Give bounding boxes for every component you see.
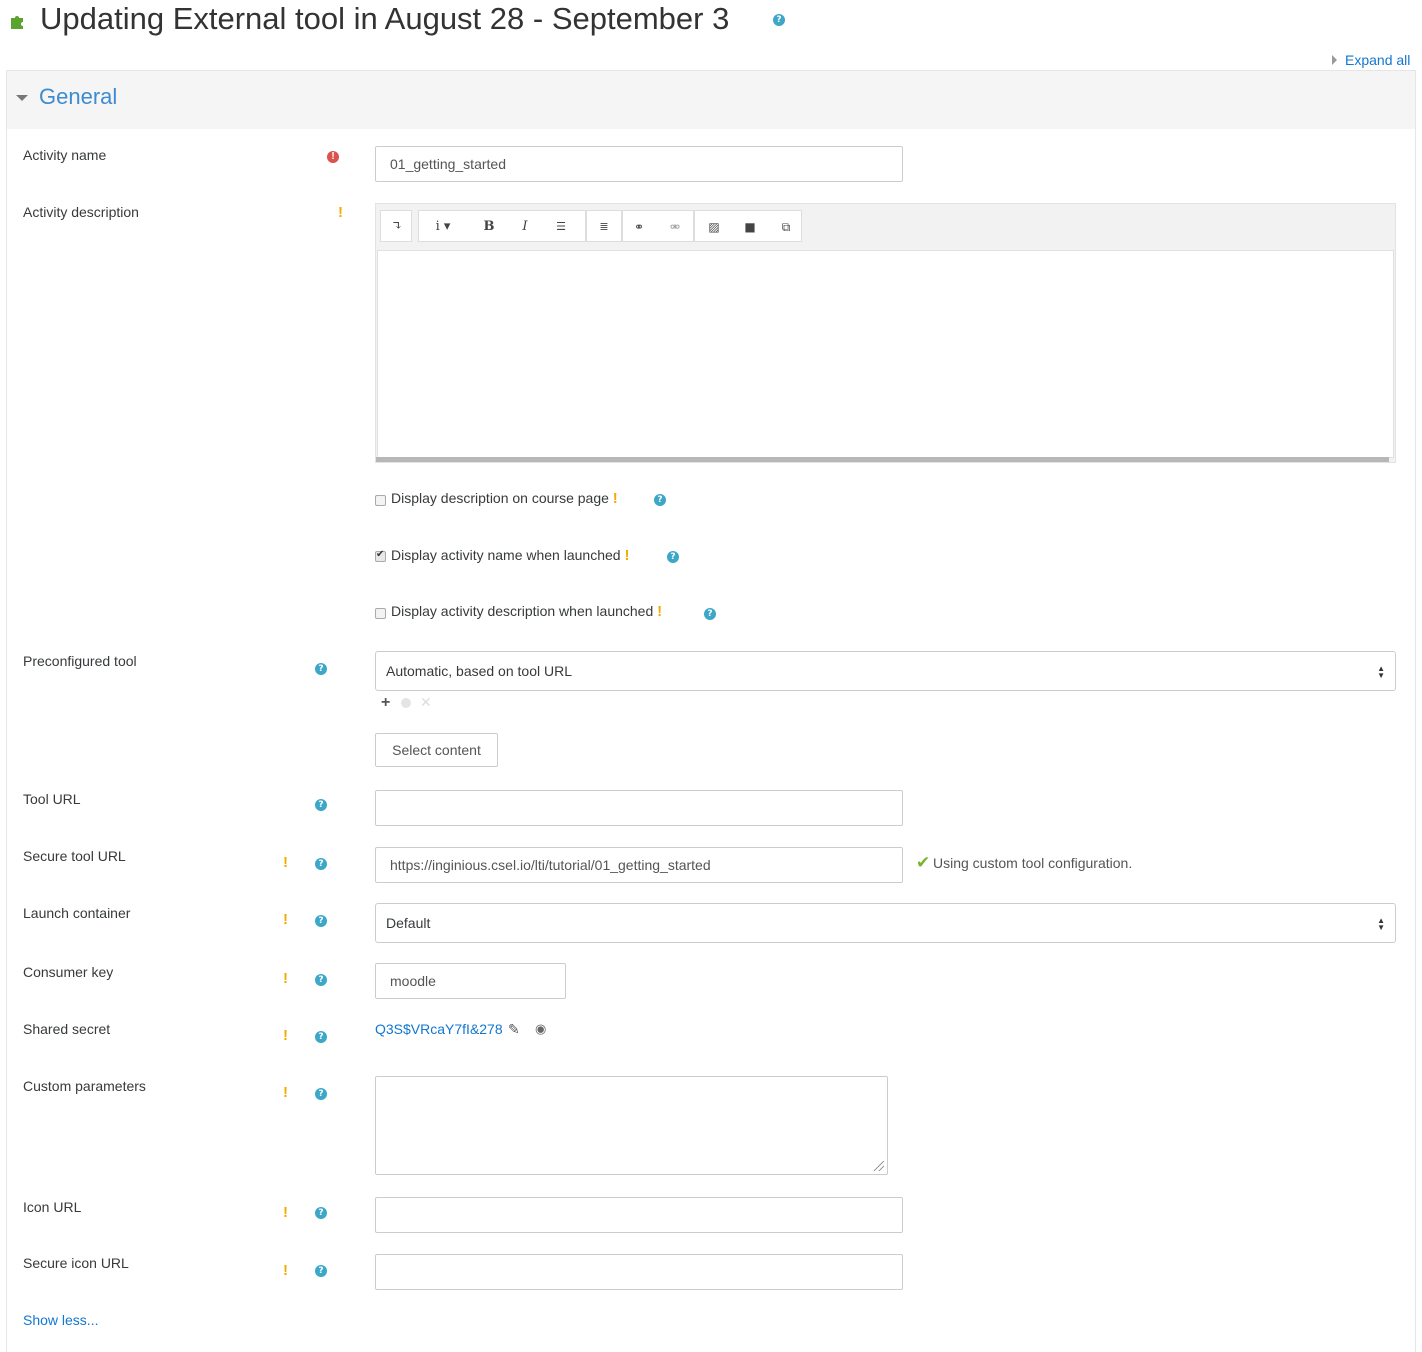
launch-container-select[interactable]: Default ▲ ▼ [375,903,1396,943]
display-activity-name-checkbox[interactable] [375,549,386,562]
tool-config-status: Using custom tool configuration. [933,855,1133,871]
advanced-marker: ! [283,970,288,987]
shared-secret-value[interactable]: Q3S$VRcaY7fI&278 [375,1021,503,1037]
custom-parameters-textarea[interactable] [375,1076,888,1175]
advanced-marker: ! [338,204,343,221]
toolbar-group-collapse: ↴ [380,210,412,242]
advanced-marker: ! [612,490,618,507]
secure-tool-url-input[interactable]: https://inginious.csel.io/lti/tutorial/0… [375,847,903,883]
secure-icon-url-input[interactable] [375,1254,903,1290]
gear-icon[interactable] [401,698,411,708]
advanced-marker: ! [283,1262,288,1279]
tool-url-input[interactable] [375,790,903,826]
paragraph-styles-icon[interactable]: i ▾ [425,217,461,237]
display-activity-name-label: Display activity name when launched ! [391,547,630,564]
icon-url-input[interactable] [375,1197,903,1233]
pencil-icon[interactable]: ✎ [508,1021,520,1038]
add-icon[interactable]: + [381,694,390,712]
toolbar-group-list: ≣ [586,210,622,242]
shared-secret-label: Shared secret [23,1021,111,1037]
launch-container-label: Launch container [23,905,131,921]
required-icon: ! [327,151,339,163]
activity-name-label: Activity name [23,147,107,163]
display-description-checkbox[interactable] [375,495,386,506]
manage-files-icon[interactable]: ⧉ [774,217,798,237]
advanced-marker: ! [283,911,288,928]
eye-icon[interactable]: ◉ [535,1021,546,1037]
page-title: Updating External tool in August 28 - Se… [40,1,730,36]
tool-url-label: Tool URL [23,791,81,807]
question-circle-icon[interactable]: ? [315,1207,327,1219]
question-circle-icon[interactable]: ? [773,14,785,26]
caret-down-icon[interactable] [16,95,28,101]
select-content-button[interactable]: Select content [375,733,498,767]
general-legend[interactable]: General [39,84,117,110]
caret-right-icon [1332,55,1337,65]
question-circle-icon[interactable]: ? [315,1031,327,1043]
question-circle-icon[interactable]: ? [315,799,327,811]
collapse-toolbar-icon[interactable]: ↴ [385,217,409,237]
general-legend-bar[interactable] [7,71,1415,129]
check-icon: ✔ [916,853,931,872]
question-circle-icon[interactable]: ? [704,608,716,620]
resize-grip-icon[interactable] [874,1161,884,1171]
display-description-label: Display description on course page ! [391,490,618,507]
launch-container-value: Default [386,915,431,931]
advanced-marker: ! [283,1204,288,1221]
question-circle-icon[interactable]: ? [315,1265,327,1277]
preconfigured-tool-select[interactable]: Automatic, based on tool URL ▲ ▼ [375,651,1396,691]
consumer-key-label: Consumer key [23,964,114,980]
bold-icon[interactable]: B [477,217,501,237]
activity-name-input[interactable]: 01_getting_started [375,146,903,182]
question-circle-icon[interactable]: ? [315,858,327,870]
question-circle-icon[interactable]: ? [654,494,666,506]
link-icon[interactable]: ⚭ [627,217,651,237]
custom-parameters-label: Custom parameters [23,1078,146,1094]
activity-description-editor[interactable] [377,250,1394,458]
advanced-marker: ! [283,1084,288,1101]
select-arrows-icon: ▲ ▼ [1377,664,1385,680]
close-icon[interactable]: ✕ [420,694,432,711]
consumer-key-input[interactable]: moodle [375,963,566,999]
puzzle-piece-icon [11,16,23,29]
preconfigured-tool-label: Preconfigured tool [23,653,137,669]
question-circle-icon[interactable]: ? [315,974,327,986]
ordered-list-icon[interactable]: ≣ [592,217,616,237]
advanced-marker: ! [624,547,630,564]
display-activity-description-label: Display activity description when launch… [391,603,663,620]
toolbar-group-link: ⚭ ⚮ [622,210,694,242]
video-icon[interactable]: ■ [738,217,762,237]
toolbar-group-format: i ▾ B I ☰ [418,210,586,242]
expand-all-link[interactable]: Expand all [1332,52,1410,68]
italic-icon[interactable]: I [513,217,537,237]
image-icon[interactable]: ▨ [702,217,726,237]
unordered-list-icon[interactable]: ☰ [549,217,573,237]
show-less-link[interactable]: Show less... [23,1312,98,1328]
editor-resize-bar[interactable] [376,457,1389,462]
question-circle-icon[interactable]: ? [315,663,327,675]
select-arrows-icon: ▲ ▼ [1377,916,1385,932]
toolbar-group-media: ▨ ■ ⧉ [694,210,802,242]
advanced-marker: ! [657,603,663,620]
question-circle-icon[interactable]: ? [315,1088,327,1100]
question-circle-icon[interactable]: ? [315,915,327,927]
unlink-icon[interactable]: ⚮ [663,217,687,237]
display-activity-description-checkbox[interactable] [375,608,386,619]
question-circle-icon[interactable]: ? [667,551,679,563]
secure-icon-url-label: Secure icon URL [23,1255,129,1271]
activity-description-label: Activity description [23,204,139,220]
advanced-marker: ! [283,1027,288,1044]
expand-all-label: Expand all [1345,52,1411,68]
advanced-marker: ! [283,854,288,871]
icon-url-label: Icon URL [23,1199,82,1215]
secure-tool-url-label: Secure tool URL [23,848,126,864]
preconfigured-tool-value: Automatic, based on tool URL [386,663,572,679]
